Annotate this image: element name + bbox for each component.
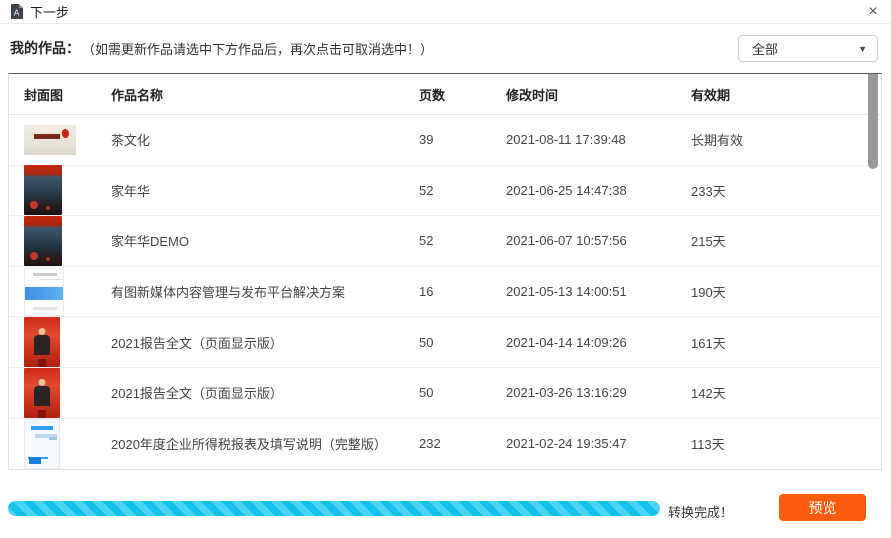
preview-button[interactable]: 预览 bbox=[779, 494, 866, 521]
table-header-row: 封面图 作品名称 页数 修改时间 有效期 bbox=[9, 74, 881, 115]
work-name: 2020年度企业所得税报表及填写说明（完整版） bbox=[111, 434, 419, 453]
work-pages: 52 bbox=[419, 233, 506, 248]
cover-image bbox=[24, 125, 76, 155]
work-validity: 233天 bbox=[691, 181, 881, 200]
work-modified: 2021-05-13 14:00:51 bbox=[506, 284, 691, 299]
work-validity: 142天 bbox=[691, 383, 881, 402]
table-row[interactable]: 家年华 52 2021-06-25 14:47:38 233天 bbox=[9, 166, 881, 217]
chevron-down-icon: ▼ bbox=[858, 44, 867, 54]
work-modified: 2021-04-14 14:09:26 bbox=[506, 335, 691, 350]
column-header-name: 作品名称 bbox=[111, 85, 419, 104]
work-pages: 50 bbox=[419, 385, 506, 400]
cover-image bbox=[24, 317, 60, 367]
work-name: 茶文化 bbox=[111, 130, 419, 149]
work-name: 2021报告全文（页面显示版） bbox=[111, 333, 419, 352]
work-validity: 113天 bbox=[691, 434, 881, 453]
work-name: 家年华 bbox=[111, 181, 419, 200]
svg-text:A: A bbox=[14, 9, 20, 18]
dialog-next-step: A 下一步 × 我的作品： （如需更新作品请选中下方作品后，再次点击可取消选中！… bbox=[0, 0, 891, 538]
table-row[interactable]: 家年华DEMO 52 2021-06-07 10:57:56 215天 bbox=[9, 216, 881, 267]
table-row[interactable]: 2020年度企业所得税报表及填写说明（完整版） 232 2021-02-24 1… bbox=[9, 419, 881, 470]
pdf-document-icon: A bbox=[10, 4, 23, 19]
table-row[interactable]: 茶文化 39 2021-08-11 17:39:48 长期有效 bbox=[9, 115, 881, 166]
filter-selected-value: 全部 bbox=[752, 39, 778, 58]
close-icon[interactable]: × bbox=[865, 4, 881, 20]
column-header-cover: 封面图 bbox=[24, 85, 111, 104]
filter-dropdown[interactable]: 全部 ▼ bbox=[738, 35, 878, 62]
work-modified: 2021-06-25 14:47:38 bbox=[506, 183, 691, 198]
work-validity: 长期有效 bbox=[691, 130, 881, 149]
column-header-modified: 修改时间 bbox=[506, 85, 691, 104]
work-name: 有图新媒体内容管理与发布平台解决方案 bbox=[111, 282, 419, 301]
table-body: 茶文化 39 2021-08-11 17:39:48 长期有效 家年华 52 2… bbox=[9, 115, 881, 469]
table-row[interactable]: 2021报告全文（页面显示版） 50 2021-04-14 14:09:26 1… bbox=[9, 317, 881, 368]
cover-image bbox=[24, 216, 62, 266]
work-pages: 52 bbox=[419, 183, 506, 198]
works-hint-text: （如需更新作品请选中下方作品后，再次点击可取消选中！） bbox=[82, 39, 433, 58]
cover-image bbox=[24, 419, 60, 469]
work-name: 家年华DEMO bbox=[111, 231, 419, 250]
cover-image bbox=[24, 368, 60, 418]
work-validity: 215天 bbox=[691, 231, 881, 250]
work-modified: 2021-03-26 13:16:29 bbox=[506, 385, 691, 400]
work-validity: 190天 bbox=[691, 282, 881, 301]
table-row[interactable]: 有图新媒体内容管理与发布平台解决方案 16 2021-05-13 14:00:5… bbox=[9, 267, 881, 318]
work-pages: 50 bbox=[419, 335, 506, 350]
table-row[interactable]: 2021报告全文（页面显示版） 50 2021-03-26 13:16:29 1… bbox=[9, 368, 881, 419]
scrollbar-thumb[interactable] bbox=[868, 74, 878, 169]
my-works-label: 我的作品： bbox=[10, 38, 80, 58]
column-header-pages: 页数 bbox=[419, 85, 506, 104]
works-header: 我的作品： （如需更新作品请选中下方作品后，再次点击可取消选中！） bbox=[10, 38, 433, 58]
title-bar: A 下一步 × bbox=[0, 0, 891, 24]
conversion-status-text: 转换完成！ bbox=[668, 502, 733, 521]
cover-image bbox=[24, 268, 64, 316]
work-pages: 39 bbox=[419, 132, 506, 147]
work-pages: 16 bbox=[419, 284, 506, 299]
conversion-progress-bar bbox=[8, 501, 660, 516]
work-modified: 2021-02-24 19:35:47 bbox=[506, 436, 691, 451]
column-header-validity: 有效期 bbox=[691, 85, 881, 104]
work-name: 2021报告全文（页面显示版） bbox=[111, 383, 419, 402]
window-title: 下一步 bbox=[30, 2, 69, 21]
work-validity: 161天 bbox=[691, 333, 881, 352]
work-modified: 2021-06-07 10:57:56 bbox=[506, 233, 691, 248]
cover-image bbox=[24, 165, 62, 215]
work-pages: 232 bbox=[419, 436, 506, 451]
work-modified: 2021-08-11 17:39:48 bbox=[506, 132, 691, 147]
works-table: 封面图 作品名称 页数 修改时间 有效期 茶文化 39 2021-08-11 1… bbox=[8, 73, 882, 470]
